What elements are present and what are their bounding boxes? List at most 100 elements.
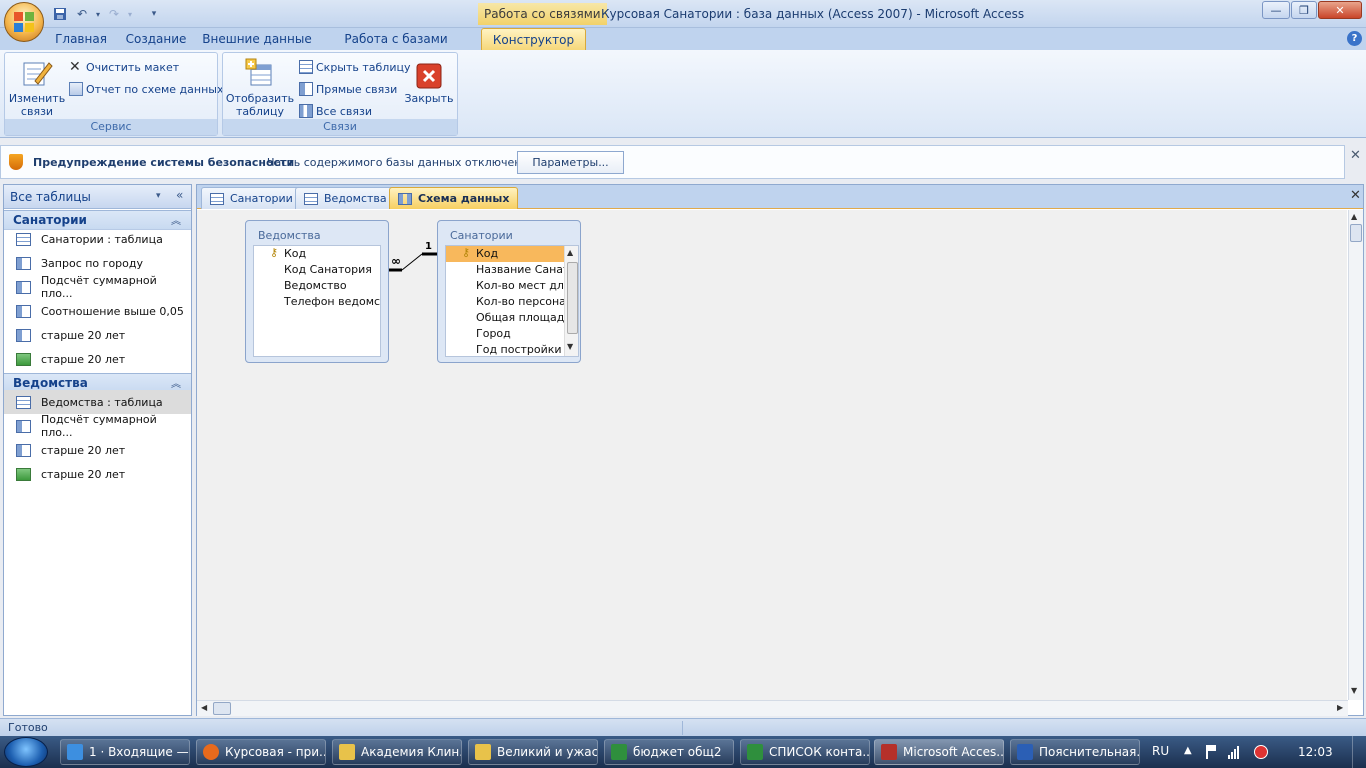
clear-layout-button[interactable]: ✕ Очистить макет — [69, 57, 179, 77]
doc-tab-vedomstva[interactable]: Ведомства — [295, 187, 396, 209]
field-row[interactable]: ⚷ Код — [254, 246, 380, 262]
field-row[interactable]: Кол-во мест для — [446, 278, 571, 294]
field-row[interactable]: Название Санатория — [446, 262, 578, 278]
close-document-icon[interactable]: ✕ — [1350, 188, 1361, 203]
nav-item-label: старше 20 лет — [41, 443, 126, 457]
shutter-bar-collapse-icon[interactable]: « — [176, 188, 183, 202]
taskbar-item-academy[interactable]: Академия Клин... — [332, 739, 462, 765]
redo-dropdown-icon[interactable]: ▾ — [120, 5, 140, 23]
flag-icon[interactable] — [1206, 745, 1218, 759]
help-icon[interactable]: ? — [1347, 31, 1362, 46]
field-list-scroll-thumb[interactable] — [567, 262, 578, 334]
scroll-up-icon[interactable]: ▲ — [567, 248, 573, 257]
taskbar-item-inbox[interactable]: 1 · Входящие —... — [60, 739, 190, 765]
tab-designer[interactable]: Конструктор — [481, 28, 586, 50]
field-row[interactable]: Код Санатория — [254, 262, 380, 278]
doc-tab-relationships[interactable]: Схема данных — [389, 187, 519, 209]
field-row[interactable]: Общая площадь — [446, 310, 571, 326]
language-indicator[interactable]: RU — [1152, 744, 1169, 758]
nav-item-older-20-query-2[interactable]: старше 20 лет — [4, 438, 191, 462]
field-row[interactable]: Ведомство — [254, 278, 380, 294]
nav-item-vedomstva-table[interactable]: Ведомства : таблица — [4, 390, 191, 414]
horizontal-scrollbar[interactable]: ◀ ▶ — [197, 700, 1348, 716]
network-icon[interactable] — [1228, 745, 1239, 759]
minimize-button[interactable]: — — [1262, 1, 1290, 19]
nav-item-label: Подсчёт суммарной пло... — [41, 413, 157, 439]
field-row[interactable]: Кол-во персонала — [446, 294, 578, 310]
scroll-left-icon[interactable]: ◀ — [201, 703, 207, 712]
nav-item-ratio-query[interactable]: Соотношение выше 0,05 — [4, 299, 191, 323]
start-button[interactable] — [4, 737, 48, 767]
hide-table-button[interactable]: Скрыть таблицу — [299, 57, 411, 77]
field-row[interactable]: Город — [446, 326, 564, 342]
taskbar-item-contacts[interactable]: СПИСОК конта... — [740, 739, 870, 765]
nav-item-older-20-query[interactable]: старше 20 лет — [4, 323, 191, 347]
nav-pane-header[interactable]: Все таблицы ▾ « — [4, 185, 191, 209]
field-list-vedomstva[interactable]: Ведомства ⚷ Код Код Санатория Ведомство Т… — [245, 220, 389, 363]
scroll-down-icon[interactable]: ▼ — [1351, 686, 1357, 695]
close-window-button[interactable]: ✕ — [1318, 1, 1362, 19]
edit-relations-button[interactable]: Изменить связи — [7, 57, 67, 118]
nav-item-older-20-report-2[interactable]: старше 20 лет — [4, 462, 191, 486]
excel-icon — [611, 744, 627, 760]
nav-item-area-sum-query-2[interactable]: Подсчёт суммарной пло... — [4, 413, 191, 439]
office-button[interactable] — [4, 2, 44, 42]
tab-database-tools[interactable]: Работа с базами данных — [322, 28, 470, 68]
field-list-sanatorii[interactable]: Санатории ⚷ Код Название Санатория Кол-во… — [437, 220, 581, 363]
scroll-right-icon[interactable]: ▶ — [1337, 703, 1343, 712]
shield-warning-icon — [9, 154, 23, 170]
all-relations-button[interactable]: Все связи — [299, 101, 372, 121]
taskbar-item-label: 1 · Входящие —... — [89, 745, 190, 759]
relation-report-button[interactable]: Отчет по схеме данных — [69, 79, 223, 99]
field-list-scrollbar[interactable]: ▲ ▼ — [564, 246, 578, 356]
field-row[interactable]: Телефон ведомства — [254, 294, 380, 310]
nav-menu-dropdown-icon[interactable]: ▾ — [156, 191, 161, 201]
table-icon — [16, 232, 31, 246]
security-options-button[interactable]: Параметры... — [517, 151, 624, 174]
field-name: Код — [284, 247, 307, 260]
nav-item-older-20-report[interactable]: старше 20 лет — [4, 347, 191, 371]
show-desktop-button[interactable] — [1352, 736, 1366, 768]
tab-external-data[interactable]: Внешние данные — [200, 28, 314, 50]
restore-button[interactable]: ❐ — [1291, 1, 1317, 19]
scroll-down-icon[interactable]: ▼ — [567, 342, 573, 351]
field-name: Код Санатория — [284, 263, 372, 276]
relationships-canvas[interactable]: Ведомства ⚷ Код Код Санатория Ведомство Т… — [197, 210, 1347, 700]
one-side-label: 1 — [425, 241, 432, 252]
customize-qat-icon[interactable]: ▾ — [144, 5, 164, 23]
vertical-scrollbar[interactable]: ▲ ▼ — [1348, 210, 1363, 700]
security-bar-close-icon[interactable]: ✕ — [1350, 148, 1361, 163]
group-service: Изменить связи ✕ Очистить макет Отчет по… — [4, 52, 223, 136]
tab-create[interactable]: Создание — [120, 28, 192, 50]
save-icon[interactable] — [50, 5, 70, 23]
nav-item-label: Запрос по городу — [41, 256, 143, 270]
document-area: Санатории Ведомства Схема данных Ведомст… — [196, 184, 1364, 716]
nav-item-label: старше 20 лет — [41, 467, 126, 481]
direct-relations-button[interactable]: Прямые связи — [299, 79, 397, 99]
volume-muted-icon[interactable] — [1254, 745, 1268, 759]
nav-item-query-by-city[interactable]: Запрос по городу — [4, 251, 191, 275]
tab-home[interactable]: Главная — [50, 28, 112, 50]
taskbar-item-label: бюджет общ2 — [633, 745, 722, 759]
taskbar-item-budget[interactable]: бюджет общ2 — [604, 739, 734, 765]
nav-item-area-sum-query[interactable]: Подсчёт суммарной пло... — [4, 274, 191, 300]
field-row[interactable]: Год постройки — [446, 342, 564, 356]
field-list-title: Ведомства — [258, 229, 321, 242]
taskbar-item-kursovaya[interactable]: Курсовая - при... — [196, 739, 326, 765]
horizontal-scroll-thumb[interactable] — [213, 702, 231, 715]
query-icon — [16, 280, 31, 294]
nav-item-sanatorii-table[interactable]: Санатории : таблица — [4, 227, 191, 251]
taskbar-item-label: Академия Клин... — [361, 745, 462, 759]
show-table-button[interactable]: Отобразить таблицу — [225, 57, 295, 118]
taskbar-item-great[interactable]: Великий и ужас... — [468, 739, 598, 765]
clear-layout-label: Очистить макет — [86, 60, 180, 74]
show-hidden-icons-icon[interactable]: ▲ — [1184, 745, 1192, 756]
vertical-scroll-thumb[interactable] — [1350, 224, 1362, 242]
field-row-selected[interactable]: ⚷ Код — [446, 246, 564, 262]
taskbar-item-access[interactable]: Microsoft Acces... — [874, 739, 1004, 765]
taskbar-item-explanatory[interactable]: Пояснительная... — [1010, 739, 1140, 765]
doc-tab-sanatorii[interactable]: Санатории — [201, 187, 302, 209]
scroll-up-icon[interactable]: ▲ — [1351, 212, 1357, 221]
clock[interactable]: 12:03 — [1298, 745, 1333, 759]
close-relations-button[interactable]: Закрыть — [403, 63, 455, 105]
